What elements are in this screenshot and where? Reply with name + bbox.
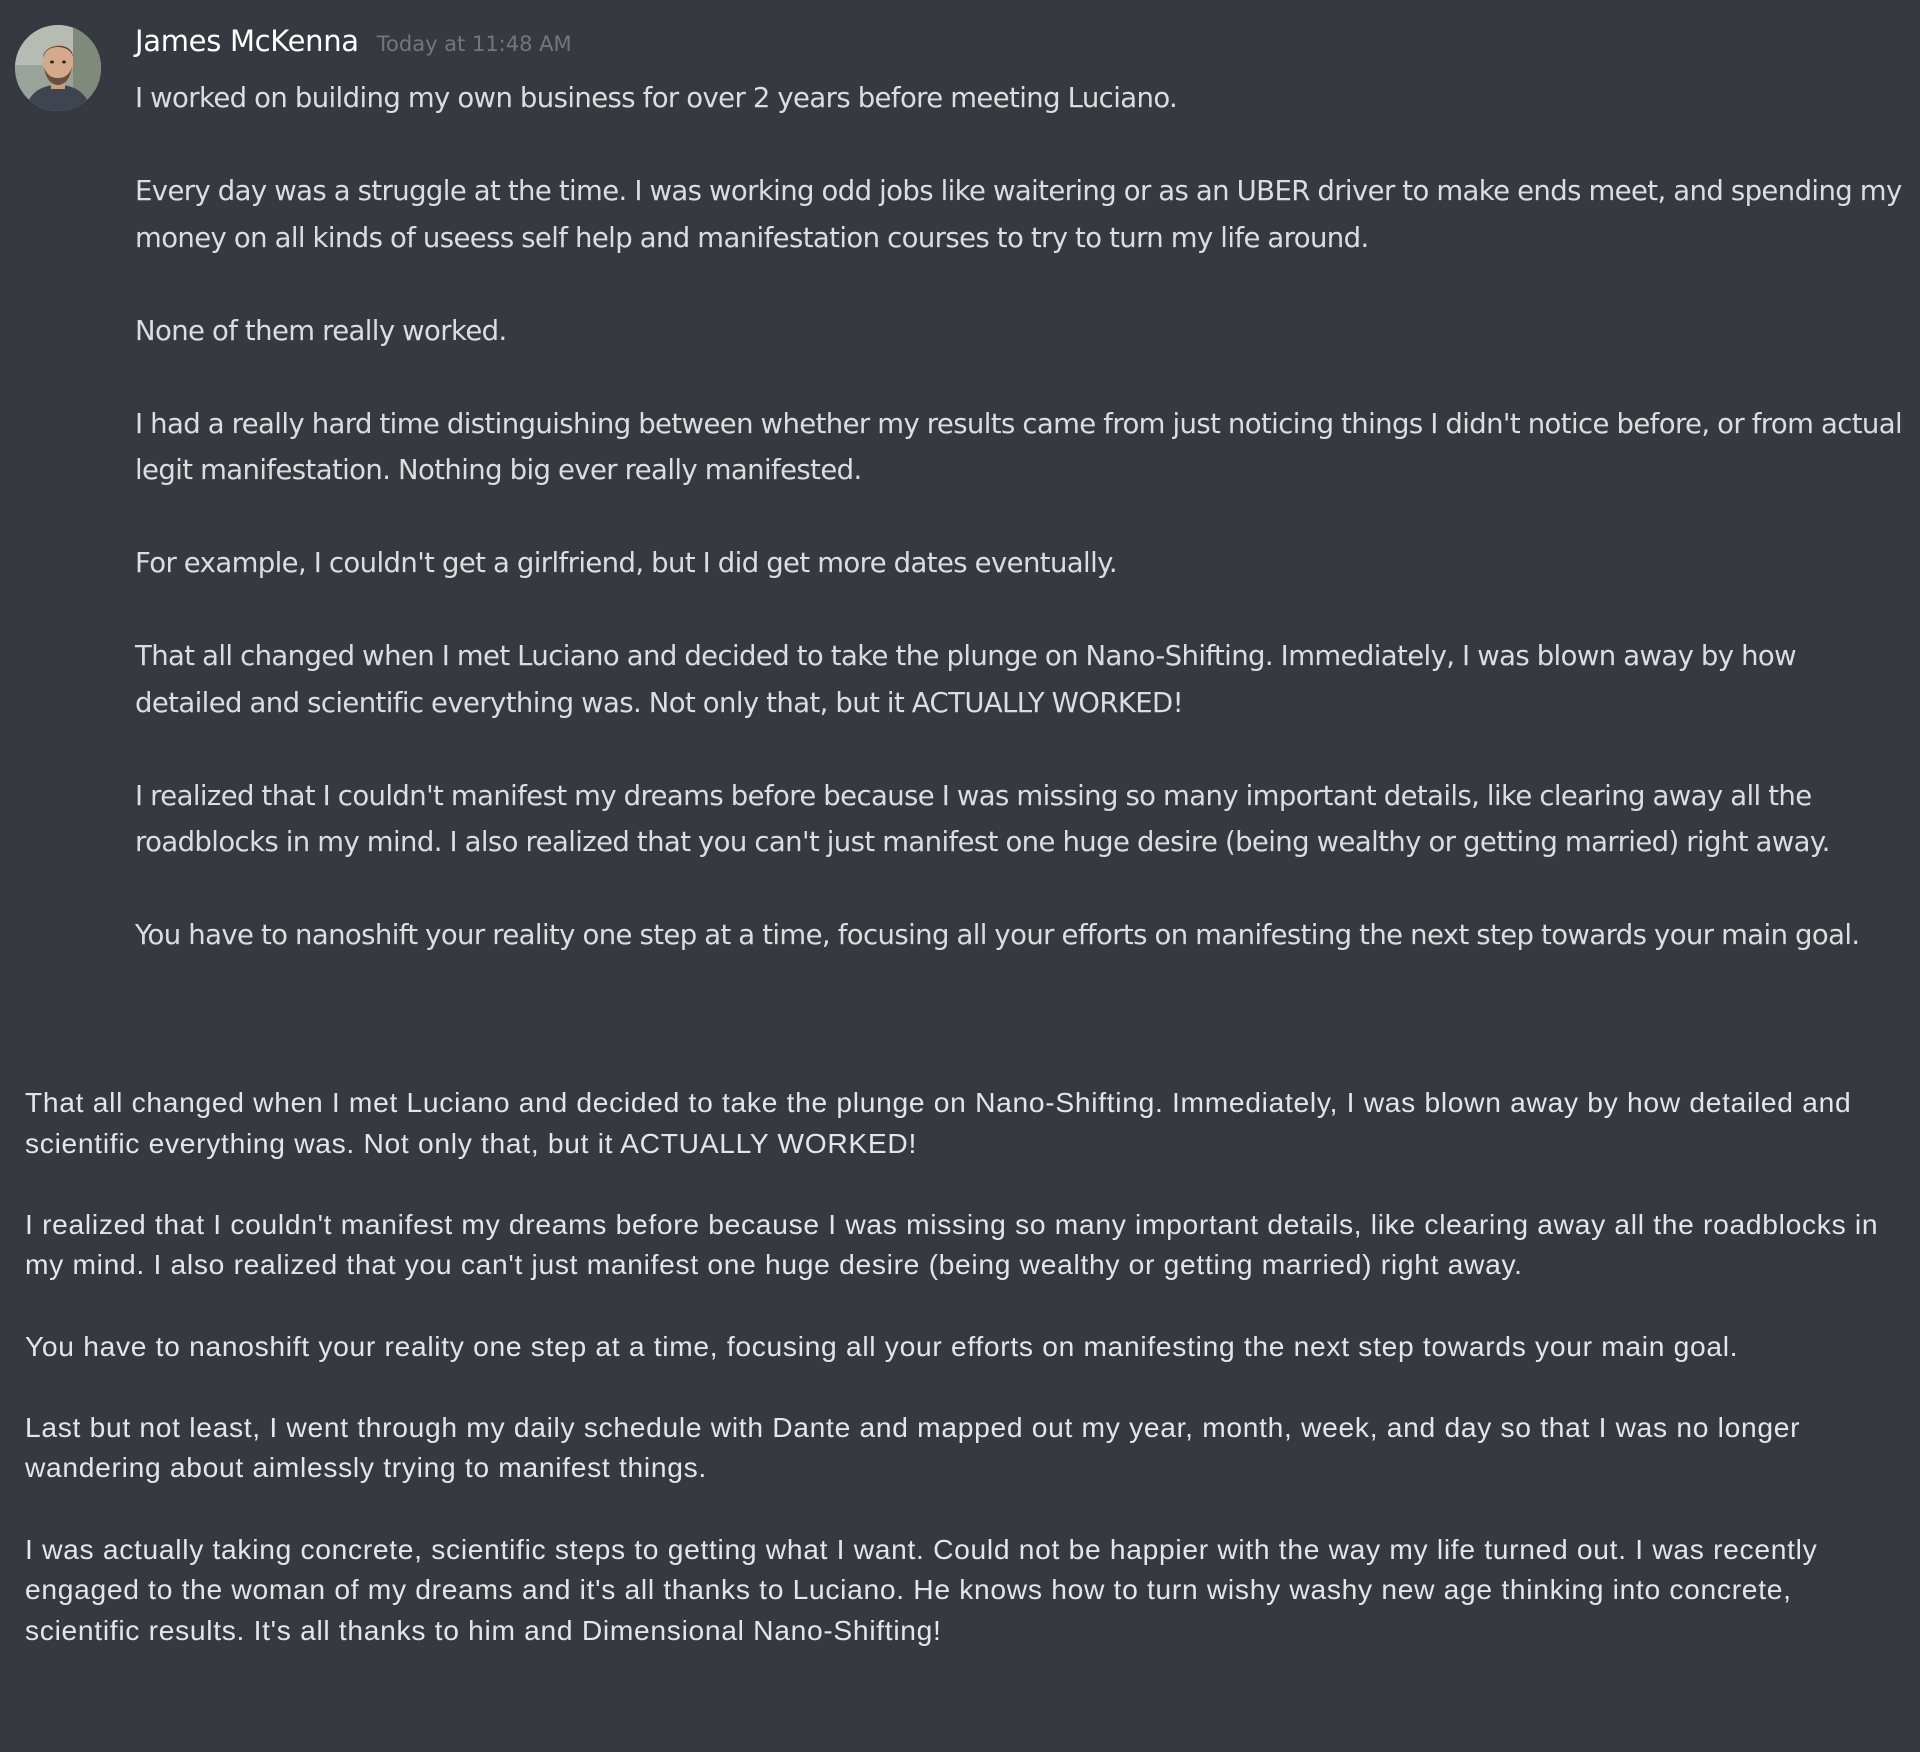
message-header: James McKenna Today at 11:48 AM	[135, 24, 572, 70]
message-paragraph: You have to nanoshift your reality one s…	[135, 919, 1860, 951]
message-paragraph: I realized that I couldn't manifest my d…	[135, 779, 1830, 859]
message-body: I worked on building my own business for…	[135, 75, 1905, 959]
user-avatar[interactable]	[15, 25, 101, 111]
message-paragraph: I had a really hard time distinguishing …	[135, 407, 1903, 487]
message-paragraph: I worked on building my own business for…	[135, 82, 1178, 114]
avatar-photo-icon	[15, 25, 101, 111]
author-name[interactable]: James McKenna	[135, 24, 359, 58]
message-paragraph: That all changed when I met Luciano and …	[135, 640, 1797, 719]
continuation-paragraph: I realized that I couldn't manifest my d…	[25, 1207, 1879, 1281]
continuation-paragraph: You have to nanoshift your reality one s…	[25, 1329, 1739, 1362]
continuation-paragraph: I was actually taking concrete, scientif…	[25, 1532, 1818, 1646]
message-paragraph: Every day was a struggle at the time. I …	[135, 175, 1902, 254]
message-continuation: That all changed when I met Luciano and …	[25, 1082, 1905, 1650]
message-paragraph: None of them really worked.	[135, 314, 507, 347]
continuation-paragraph: Last but not least, I went through my da…	[25, 1410, 1801, 1484]
message-timestamp: Today at 11:48 AM	[376, 32, 572, 56]
continuation-paragraph: That all changed when I met Luciano and …	[25, 1086, 1852, 1159]
message-paragraph: For example, I couldn't get a girlfriend…	[135, 547, 1118, 579]
